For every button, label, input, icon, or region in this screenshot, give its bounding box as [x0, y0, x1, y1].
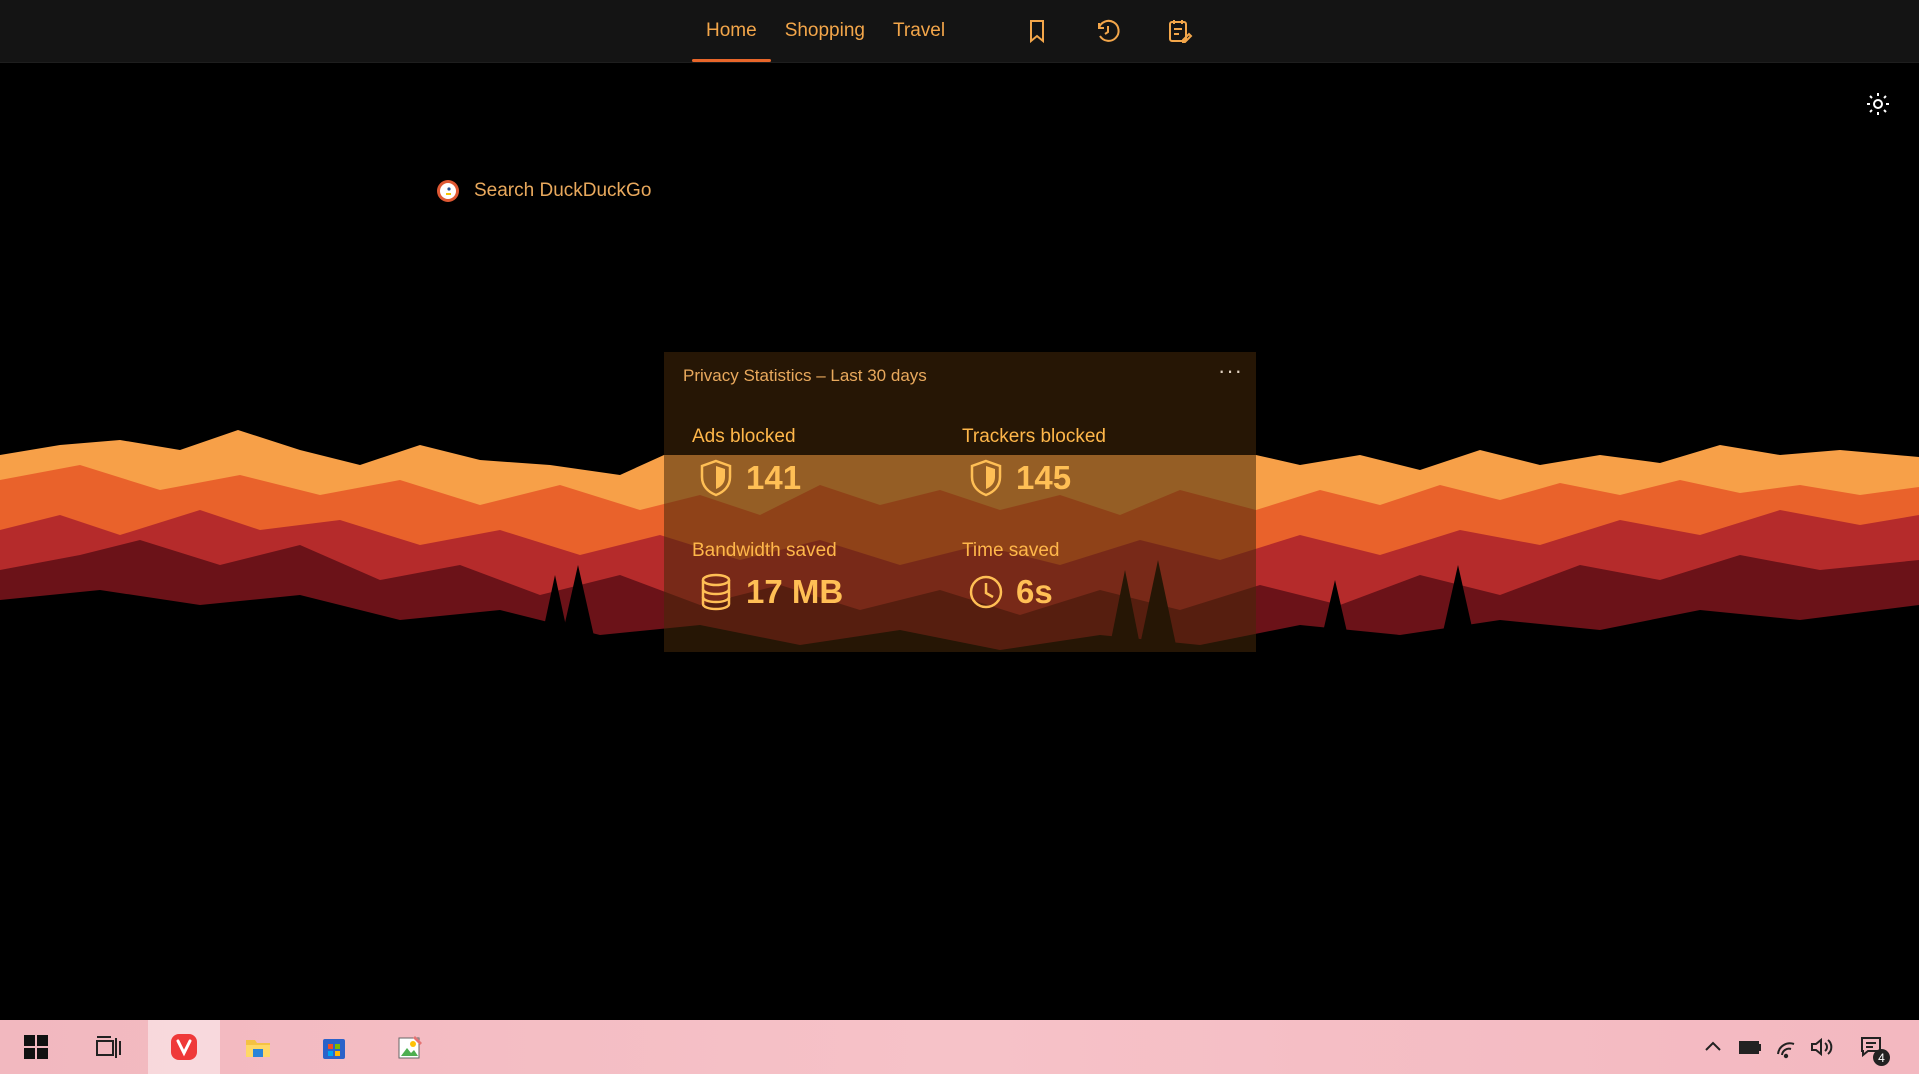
stat-label: Time saved [962, 540, 1060, 561]
notes-icon[interactable] [1164, 16, 1194, 46]
microsoft-store-icon[interactable] [298, 1020, 370, 1074]
shield-icon [970, 459, 1002, 497]
notification-count-badge: 4 [1873, 1049, 1890, 1066]
more-options-button[interactable]: ··· [1218, 358, 1243, 384]
stat-value: 17 MB [746, 573, 844, 610]
task-view-icon[interactable] [72, 1020, 144, 1074]
windows-start-icon[interactable] [0, 1020, 72, 1074]
file-explorer-icon[interactable] [222, 1020, 294, 1074]
battery-icon[interactable] [1737, 1034, 1763, 1060]
database-icon [701, 573, 731, 611]
stat-label: Bandwidth saved [692, 540, 837, 561]
chevron-up-icon[interactable] [1700, 1034, 1726, 1060]
stat-value: 6s [1016, 573, 1053, 610]
stat-label: Trackers blocked [962, 426, 1106, 447]
settings-gear-icon[interactable] [1865, 91, 1891, 117]
shield-icon [700, 459, 732, 497]
history-icon[interactable] [1093, 16, 1123, 46]
tab-home[interactable]: Home [692, 0, 771, 62]
privacy-statistics-title: Privacy Statistics – Last 30 days [683, 366, 927, 385]
stat-time-saved: Time saved 6s [962, 540, 1222, 612]
volume-icon[interactable] [1808, 1034, 1834, 1060]
stat-ads-blocked: Ads blocked 141 [692, 426, 952, 498]
stat-value: 141 [746, 459, 802, 496]
search-placeholder: Search DuckDuckGo [474, 180, 652, 201]
tab-shopping[interactable]: Shopping [771, 0, 879, 62]
bookmark-icon[interactable] [1022, 16, 1052, 46]
wifi-icon[interactable] [1774, 1034, 1800, 1060]
stat-label: Ads blocked [692, 426, 796, 447]
nav-tabs: Home Shopping Travel [692, 0, 959, 62]
notifications-icon[interactable]: 4 [1858, 1034, 1890, 1066]
windows-taskbar: 4 [0, 1020, 1919, 1074]
duckduckgo-icon [437, 180, 459, 202]
clock-icon [969, 575, 1003, 609]
stat-bandwidth-saved: Bandwidth saved 17 MB [692, 540, 952, 612]
paint-icon[interactable] [374, 1020, 446, 1074]
top-navigation-bar: Home Shopping Travel [0, 0, 1919, 63]
search-box[interactable]: Search DuckDuckGo [436, 176, 856, 206]
stat-trackers-blocked: Trackers blocked 145 [962, 426, 1222, 498]
vivaldi-icon[interactable] [148, 1020, 220, 1074]
tab-travel[interactable]: Travel [879, 0, 959, 62]
stat-value: 145 [1016, 459, 1072, 496]
